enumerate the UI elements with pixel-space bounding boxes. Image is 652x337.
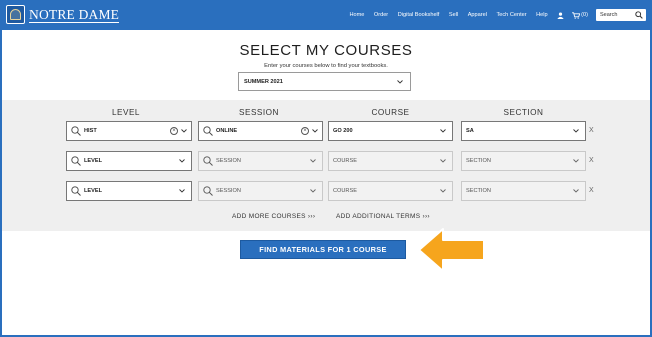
cart-button[interactable]: (0) — [572, 11, 588, 19]
search-icon — [71, 156, 81, 166]
nav-home[interactable]: Home — [349, 12, 364, 18]
nav-help[interactable]: Help — [536, 12, 548, 18]
main-nav: Home Order Digital Bookshelf Sell Appare… — [349, 0, 652, 30]
chevron-down-icon — [440, 129, 446, 133]
session-value: ONLINE — [216, 128, 238, 134]
nav-tech-center[interactable]: Tech Center — [496, 12, 526, 18]
chevron-down-icon — [440, 159, 446, 163]
search-icon — [71, 126, 81, 136]
nav-apparel[interactable]: Apparel — [468, 12, 487, 18]
arrow-left-icon — [418, 228, 485, 272]
chevron-down-icon — [310, 189, 316, 193]
chevron-down-icon — [179, 159, 185, 163]
search-box — [596, 9, 646, 21]
top-navigation-bar: NOTRE DAME Home Order Digital Bookshelf … — [0, 0, 652, 30]
level-select-row1[interactable]: HIST × — [66, 121, 192, 141]
course-select-row1[interactable]: GO 200 — [328, 121, 453, 141]
level-select-row3[interactable]: LEVEL — [66, 181, 192, 201]
page-subtitle: Enter your courses below to find your te… — [264, 63, 388, 69]
chevron-down-icon — [397, 79, 403, 84]
session-select-row3[interactable]: SESSION — [198, 181, 323, 201]
search-input[interactable] — [596, 9, 632, 21]
find-materials-button[interactable]: FIND MATERIALS FOR 1 COURSE — [240, 240, 406, 259]
nav-digital-bookshelf[interactable]: Digital Bookshelf — [398, 12, 440, 18]
cart-icon — [572, 11, 581, 19]
section-select-row2[interactable]: SECTION — [461, 151, 586, 171]
search-icon — [71, 186, 81, 196]
course-select-row3[interactable]: COURSE — [328, 181, 453, 201]
chevron-down-icon — [312, 129, 318, 133]
chevron-down-icon — [310, 159, 316, 163]
remove-row1-button[interactable]: X — [589, 127, 594, 134]
session-placeholder: SESSION — [216, 188, 241, 194]
logo-text: NOTRE DAME — [29, 6, 120, 23]
search-icon — [203, 156, 213, 166]
chevron-down-icon — [573, 129, 579, 133]
nav-sell[interactable]: Sell — [449, 12, 458, 18]
session-placeholder: SESSION — [216, 158, 241, 164]
nav-order[interactable]: Order — [374, 12, 388, 18]
add-more-courses-link[interactable]: ADD MORE COURSES ››› — [232, 213, 315, 220]
remove-row3-button[interactable]: X — [589, 187, 594, 194]
remove-row2-button[interactable]: X — [589, 157, 594, 164]
logo[interactable]: NOTRE DAME — [6, 5, 120, 24]
search-icon — [203, 126, 213, 136]
page-title: SELECT MY COURSES — [239, 42, 413, 59]
level-placeholder: LEVEL — [84, 188, 103, 194]
user-icon[interactable] — [557, 11, 564, 19]
search-icon — [203, 186, 213, 196]
section-placeholder: SECTION — [466, 158, 491, 164]
term-value: SUMMER 2021 — [244, 78, 283, 85]
course-placeholder: COURSE — [333, 188, 357, 194]
course-select-row2[interactable]: COURSE — [328, 151, 453, 171]
clear-icon[interactable]: × — [170, 127, 178, 135]
level-value: HIST — [84, 128, 97, 134]
clear-icon[interactable]: × — [301, 127, 309, 135]
session-select-row1[interactable]: ONLINE × — [198, 121, 323, 141]
section-select-row3[interactable]: SECTION — [461, 181, 586, 201]
column-header-course: COURSE — [371, 108, 410, 117]
course-selection-heading: SELECT MY COURSES Enter your courses bel… — [0, 42, 652, 69]
cart-count: (0) — [581, 12, 588, 18]
session-select-row2[interactable]: SESSION — [198, 151, 323, 171]
section-value: SA — [466, 128, 474, 134]
section-select-row1[interactable]: SA — [461, 121, 586, 141]
course-placeholder: COURSE — [333, 158, 357, 164]
chevron-down-icon — [573, 159, 579, 163]
term-select[interactable]: SUMMER 2021 — [238, 72, 411, 91]
chevron-down-icon — [440, 189, 446, 193]
column-header-level: LEVEL — [112, 108, 140, 117]
add-additional-terms-link[interactable]: ADD ADDITIONAL TERMS ››› — [336, 213, 430, 220]
chevron-down-icon — [181, 129, 187, 133]
column-header-section: SECTION — [503, 108, 544, 117]
level-select-row2[interactable]: LEVEL — [66, 151, 192, 171]
column-header-session: SESSION — [239, 108, 279, 117]
section-placeholder: SECTION — [466, 188, 491, 194]
search-icon[interactable] — [635, 11, 643, 19]
course-value: GO 200 — [333, 128, 353, 134]
chevron-down-icon — [179, 189, 185, 193]
level-placeholder: LEVEL — [84, 158, 103, 164]
dome-seal-icon — [6, 5, 25, 24]
chevron-down-icon — [573, 189, 579, 193]
